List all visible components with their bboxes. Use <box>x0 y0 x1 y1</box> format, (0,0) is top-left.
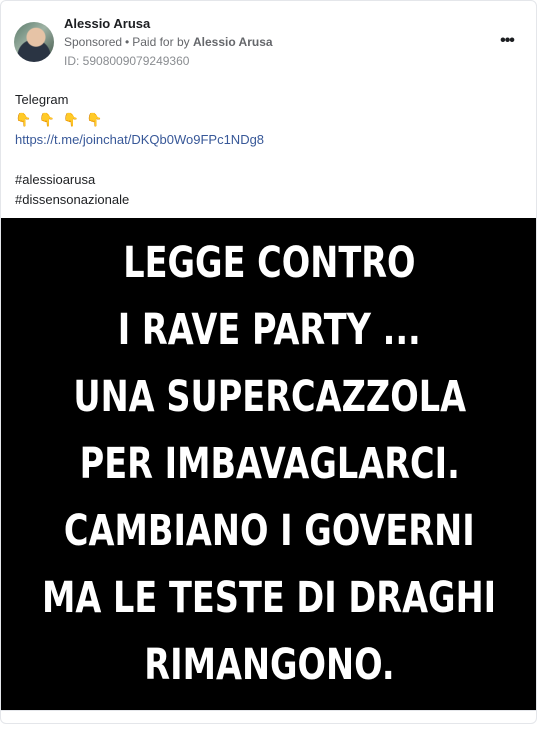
avatar[interactable] <box>14 22 54 62</box>
paid-for-name: Alessio Arusa <box>192 35 273 49</box>
hashtag-dissensonazionale[interactable]: #dissensonazionale <box>15 190 264 210</box>
author-name[interactable]: Alessio Arusa <box>64 16 150 31</box>
ad-card: Alessio Arusa Sponsored • Paid for by Ales… <box>0 0 537 724</box>
hashtag-alessioarusa[interactable]: #alessioarusa <box>15 170 264 190</box>
ad-id: ID: 5908009079249360 <box>64 54 190 68</box>
card-divider <box>1 710 536 711</box>
sponsored-label: Sponsored <box>64 35 123 49</box>
body-line-telegram: Telegram <box>15 92 69 107</box>
creative-line-3: UNA SUPERCAZZOLA <box>73 371 466 422</box>
pointing-down-emojis: 👇 👇 👇 👇 <box>15 112 105 127</box>
ad-creative-image[interactable]: LEGGE CONTRO I RAVE PARTY ... UNA SUPERC… <box>1 218 536 710</box>
meta-separator: • <box>125 35 130 49</box>
creative-line-5: CAMBIANO I GOVERNI <box>64 505 475 556</box>
ad-body-text: Telegram 👇 👇 👇 👇 https://t.me/joinchat/D… <box>15 90 264 210</box>
creative-line-4: PER IMBAVAGLARCI. <box>79 438 460 489</box>
ad-meta: Sponsored • Paid for by Alessio Arusa <box>64 35 273 49</box>
creative-line-7: RIMANGONO. <box>144 639 395 690</box>
creative-line-6: MA LE TESTE DI DRAGHI <box>42 572 497 623</box>
ad-header: Alessio Arusa Sponsored • Paid for by Ales… <box>1 1 536 81</box>
creative-line-1: LEGGE CONTRO <box>123 237 416 288</box>
paid-for-prefix: Paid for by <box>132 35 190 49</box>
more-options-icon[interactable]: ••• <box>495 29 519 53</box>
creative-line-2: I RAVE PARTY ... <box>117 304 422 355</box>
telegram-link[interactable]: https://t.me/joinchat/DKQb0Wo9FPc1NDg8 <box>15 132 264 147</box>
